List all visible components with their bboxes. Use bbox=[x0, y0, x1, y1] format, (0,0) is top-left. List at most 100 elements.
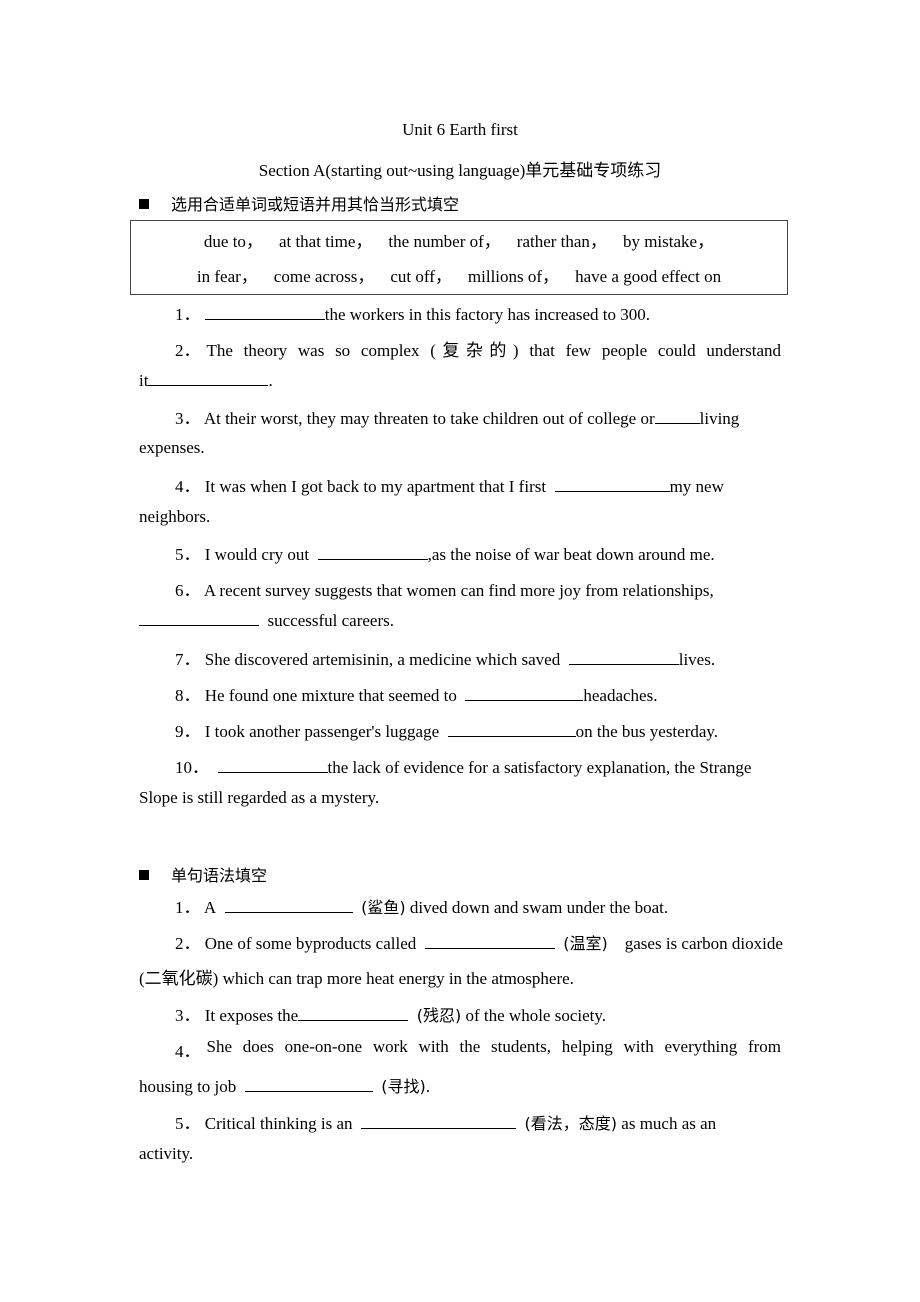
item-number: 3． bbox=[175, 1006, 201, 1025]
item-number: 2． bbox=[175, 934, 201, 953]
word-option: due to， bbox=[203, 232, 263, 251]
section2-heading-text: 单句语法填空 bbox=[171, 866, 268, 885]
exercise-1-3-cont: expenses. bbox=[139, 438, 205, 457]
section1-heading: 选用合适单词或短语并用其恰当形式填空 bbox=[139, 191, 459, 215]
word-bank-row-2: in fear， come across， cut off， millions of，… bbox=[131, 262, 787, 287]
word-option: the number of， bbox=[388, 232, 501, 251]
item-text: on the bus yesterday. bbox=[575, 722, 719, 741]
item-text: it bbox=[139, 371, 149, 390]
answer-blank[interactable] bbox=[244, 1077, 373, 1092]
exercise-1-3: 3． At their worst, they may threaten to … bbox=[175, 404, 739, 429]
answer-blank[interactable] bbox=[361, 1114, 517, 1129]
item-text: . bbox=[425, 1077, 431, 1096]
answer-blank[interactable] bbox=[424, 934, 555, 949]
item-text: Critical thinking is an bbox=[204, 1114, 353, 1133]
exercise-1-4-cont: neighbors. bbox=[139, 507, 211, 526]
answer-blank[interactable] bbox=[447, 722, 576, 737]
item-text: dived down and swam under the boat. bbox=[409, 898, 669, 917]
item-number: 4． bbox=[175, 477, 201, 496]
answer-blank[interactable] bbox=[139, 611, 259, 626]
exercise-2-5-cont: activity. bbox=[139, 1144, 194, 1163]
item-text: my new bbox=[669, 477, 724, 496]
exercise-1-6-cont: successful careers. bbox=[139, 611, 394, 631]
exercise-1-9: 9． I took another passenger's luggage on… bbox=[175, 717, 718, 742]
word-option: rather than， bbox=[516, 232, 607, 251]
item-text: . bbox=[268, 371, 273, 390]
item-text: housing to job bbox=[139, 1077, 237, 1096]
section1-heading-text: 选用合适单词或短语并用其恰当形式填空 bbox=[171, 195, 460, 214]
exercise-1-8: 8． He found one mixture that seemed to h… bbox=[175, 681, 657, 706]
word-option: millions of， bbox=[467, 267, 560, 286]
word-option: cut off， bbox=[390, 267, 452, 286]
item-text: One of some byproducts called bbox=[204, 934, 417, 953]
exercise-1-1: 1． the workers in this factory has incre… bbox=[175, 300, 650, 325]
item-text: the lack of evidence for a satisfactory … bbox=[327, 758, 752, 777]
item-text: She does one-on-one work with the studen… bbox=[206, 1037, 782, 1056]
word-option: at that time， bbox=[278, 232, 373, 251]
item-number: 9． bbox=[175, 722, 201, 741]
item-text: gases is carbon dioxide bbox=[624, 934, 783, 953]
exercise-2-4-cont: housing to job (寻找). bbox=[139, 1073, 430, 1097]
item-text: A bbox=[203, 898, 217, 917]
exercise-1-7: 7． She discovered artemisinin, a medicin… bbox=[175, 645, 715, 670]
answer-blank[interactable] bbox=[204, 305, 325, 320]
word-option: in fear， bbox=[196, 267, 258, 286]
item-text: It exposes the bbox=[204, 1006, 299, 1025]
item-text: successful careers. bbox=[267, 611, 395, 630]
word-option: by mistake， bbox=[622, 232, 715, 251]
answer-blank[interactable] bbox=[554, 477, 670, 492]
answer-blank[interactable] bbox=[317, 545, 428, 560]
section-subtitle: Section A(starting out~using language)单元… bbox=[0, 156, 920, 181]
chinese-hint: (残忍) bbox=[416, 1006, 462, 1025]
answer-blank[interactable] bbox=[654, 409, 700, 424]
chinese-hint: (鲨鱼) bbox=[361, 898, 406, 917]
item-number: 4． bbox=[175, 1042, 201, 1061]
exercise-1-4: 4． It was when I got back to my apartmen… bbox=[175, 472, 724, 497]
item-text: headaches. bbox=[583, 686, 658, 705]
item-number: 8． bbox=[175, 686, 201, 705]
item-number: 7． bbox=[175, 650, 201, 669]
exercise-2-4: 4． She does one-on-one work with the stu… bbox=[175, 1037, 781, 1062]
subtitle-text: Section A(starting out~using language)单元… bbox=[258, 161, 662, 180]
exercise-1-2-cont: it. bbox=[139, 371, 273, 391]
answer-blank[interactable] bbox=[568, 650, 679, 665]
item-text: ,as the noise of war beat down around me… bbox=[427, 545, 715, 564]
exercise-2-2-cont: (二氧化碳) which can trap more heat energy i… bbox=[139, 969, 574, 988]
exercise-1-6: 6． A recent survey suggests that women c… bbox=[175, 576, 714, 601]
item-text: I would cry out bbox=[204, 545, 310, 564]
word-option: have a good effect on bbox=[575, 267, 722, 286]
word-bank-box: due to， at that time， the number of， rather… bbox=[130, 220, 788, 295]
answer-blank[interactable] bbox=[148, 371, 269, 386]
document-title: Unit 6 Earth first bbox=[402, 120, 518, 139]
item-text: living bbox=[699, 409, 740, 428]
word-bank-row-1: due to， at that time， the number of， rather… bbox=[131, 227, 787, 252]
item-number: 5． bbox=[175, 545, 201, 564]
item-number: 6． bbox=[175, 581, 201, 600]
exercise-1-10: 10． the lack of evidence for a satisfact… bbox=[175, 753, 751, 778]
item-text: The theory was so complex (复杂的) that few… bbox=[206, 341, 782, 360]
item-text: It was when I got back to my apartment t… bbox=[204, 477, 547, 496]
exercise-1-5: 5． I would cry out ,as the noise of war … bbox=[175, 540, 715, 565]
chinese-hint: (寻找) bbox=[381, 1077, 426, 1096]
square-bullet-icon bbox=[139, 199, 149, 209]
answer-blank[interactable] bbox=[224, 898, 353, 913]
chinese-hint: (看法，态度) bbox=[524, 1114, 618, 1133]
item-text: the workers in this factory has increase… bbox=[324, 305, 651, 324]
item-number: 5． bbox=[175, 1114, 201, 1133]
exercise-2-1: 1． A (鲨鱼) dived down and swam under the … bbox=[175, 893, 668, 918]
exercise-1-2: 2． The theory was so complex (复杂的) that … bbox=[175, 336, 781, 361]
item-text: She discovered artemisinin, a medicine w… bbox=[204, 650, 561, 669]
chinese-hint: (温室) bbox=[563, 934, 608, 953]
item-number: 1． bbox=[175, 898, 201, 917]
item-number: 2． bbox=[175, 341, 201, 360]
exercise-2-3: 3． It exposes the (残忍) of the whole soci… bbox=[175, 1001, 606, 1026]
item-text: A recent survey suggests that women can … bbox=[203, 581, 714, 600]
item-text: of the whole society. bbox=[465, 1006, 607, 1025]
word-option: come across， bbox=[273, 267, 375, 286]
answer-blank[interactable] bbox=[298, 1006, 409, 1021]
answer-blank[interactable] bbox=[217, 758, 328, 773]
item-text: lives. bbox=[678, 650, 716, 669]
answer-blank[interactable] bbox=[465, 686, 584, 701]
exercise-2-5: 5． Critical thinking is an (看法，态度) as mu… bbox=[175, 1109, 716, 1134]
item-number: 1． bbox=[175, 305, 201, 324]
